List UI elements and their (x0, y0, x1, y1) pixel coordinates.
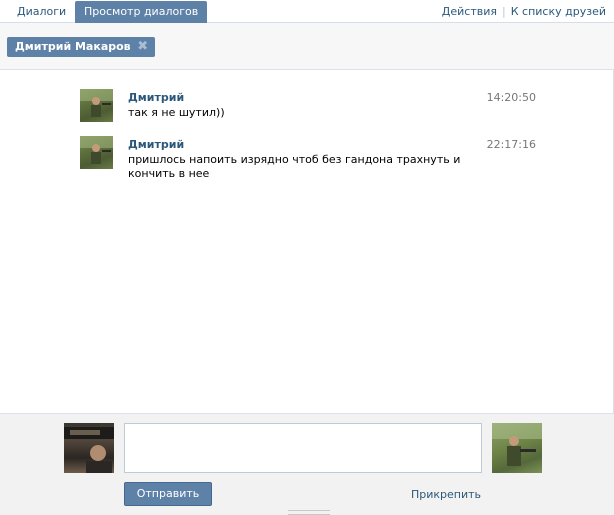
message-time: 14:20:50 (486, 91, 536, 104)
friends-list-link[interactable]: К списку друзей (511, 5, 606, 18)
message-composer: Отправить Прикрепить (0, 413, 614, 515)
top-links: Действия | К списку друзей (442, 5, 606, 18)
message-author[interactable]: Дмитрий (128, 138, 184, 151)
resize-handle[interactable] (288, 510, 330, 515)
message-text: так я не шутил)) (128, 106, 225, 119)
peer-avatar[interactable] (492, 423, 542, 473)
remove-recipient-icon[interactable]: ✖ (137, 37, 149, 57)
author-avatar[interactable] (80, 136, 113, 169)
actions-link[interactable]: Действия (442, 5, 497, 18)
recipient-name: Дмитрий Макаров (15, 40, 131, 53)
recipient-chip[interactable]: Дмитрий Макаров ✖ (7, 37, 155, 57)
recipient-bar: Дмитрий Макаров ✖ (0, 23, 614, 70)
message-time: 22:17:16 (486, 138, 536, 151)
tab-dialogs[interactable]: Диалоги (8, 1, 75, 23)
dialog-page: Диалоги Просмотр диалогов Действия | К спи… (0, 0, 614, 515)
message-input[interactable] (124, 423, 482, 473)
tab-bar: Диалоги Просмотр диалогов Действия | К спи… (0, 0, 614, 23)
author-avatar[interactable] (80, 89, 113, 122)
message-author[interactable]: Дмитрий (128, 91, 184, 104)
my-avatar[interactable] (64, 423, 114, 473)
links-separator: | (502, 5, 506, 18)
send-button[interactable]: Отправить (124, 482, 212, 506)
attach-link[interactable]: Прикрепить (411, 488, 481, 501)
message-text: пришлось напоить изрядно чтоб без гандон… (128, 153, 461, 180)
tab-view-dialogs[interactable]: Просмотр диалогов (75, 1, 208, 23)
